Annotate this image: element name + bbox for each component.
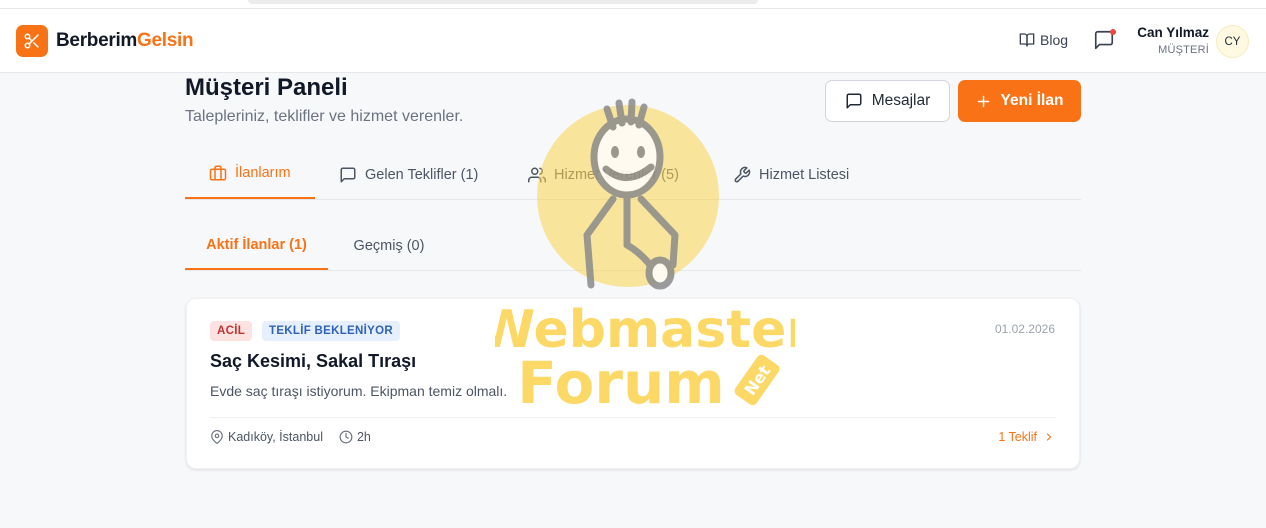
- brand-logo[interactable]: BerberimGelsin: [16, 25, 194, 57]
- wrench-icon: [734, 166, 751, 182]
- tab-label: Hizmet Listesi: [759, 166, 850, 183]
- chevron-right-icon: [1046, 433, 1052, 441]
- blog-link[interactable]: Blog: [1019, 32, 1068, 48]
- main-tabs: İlanlarım Gelen Teklifler (1) Hizmet Ver…: [185, 151, 1081, 200]
- page-title: Müşteri Paneli: [185, 74, 348, 101]
- tab-label: Hizmet Verenler (5): [554, 166, 679, 183]
- user-name: Can Yılmaz: [1137, 25, 1209, 40]
- tab-incoming-offers[interactable]: Gelen Teklifler (1): [339, 151, 478, 200]
- card-divider: [210, 417, 1056, 418]
- brand-name-part1: Berberim: [56, 30, 138, 51]
- urgent-badge: ACİL: [210, 321, 253, 341]
- status-badge: TEKLİF BEKLENİYOR: [262, 321, 400, 341]
- book-open-icon: [1019, 33, 1035, 47]
- listing-time: 2h: [339, 430, 371, 444]
- brand-name: BerberimGelsin: [56, 30, 194, 52]
- scissors-icon: [16, 25, 48, 57]
- tab-label: Gelen Teklifler (1): [365, 166, 479, 183]
- address-bar-edge: [248, 0, 758, 4]
- offers-link[interactable]: 1 Teklif: [998, 430, 1055, 444]
- listing-title: Saç Kesimi, Sakal Tıraşı: [210, 351, 417, 371]
- briefcase-icon: [209, 165, 227, 181]
- message-square-icon: [340, 167, 356, 182]
- subtab-active-listings[interactable]: Aktif İlanlar (1): [185, 222, 328, 270]
- plus-icon: [977, 95, 989, 107]
- brand-name-part2: Gelsin: [137, 30, 194, 51]
- page-subtitle: Talepleriniz, teklifler ve hizmet verenl…: [185, 108, 464, 125]
- location-text: Kadıköy, İstanbul: [228, 430, 323, 444]
- users-icon: [528, 167, 546, 182]
- subtab-history[interactable]: Geçmiş (0): [328, 222, 450, 270]
- unread-dot: [1110, 29, 1116, 35]
- blog-link-label: Blog: [1040, 32, 1069, 48]
- map-pin-icon: [211, 430, 223, 444]
- listing-description: Evde saç tıraşı istiyorum. Ekipman temiz…: [210, 383, 508, 399]
- listing-card[interactable]: ACİL TEKLİF BEKLENİYOR 01.02.2026 Saç Ke…: [186, 298, 1080, 469]
- user-role: MÜŞTERİ: [1158, 44, 1209, 56]
- tab-label: İlanlarım: [235, 165, 291, 181]
- notifications-button[interactable]: [1093, 29, 1117, 53]
- time-ago-text: 2h: [356, 430, 371, 444]
- message-square-icon: [846, 93, 862, 109]
- listing-date: 01.02.2026: [994, 322, 1055, 336]
- tab-my-listings[interactable]: İlanlarım: [185, 151, 315, 199]
- listing-subtabs: Aktif İlanlar (1) Geçmiş (0): [185, 222, 1081, 271]
- tab-service-list[interactable]: Hizmet Listesi: [733, 151, 849, 200]
- messages-button-label: Mesajlar: [871, 92, 931, 109]
- new-listing-button[interactable]: Yeni İlan: [958, 80, 1081, 122]
- new-listing-button-label: Yeni İlan: [1000, 92, 1064, 109]
- listing-location: Kadıköy, İstanbul: [210, 430, 323, 444]
- top-navigation-bar: BerberimGelsin Blog Can Yılmaz MÜŞTERİ C…: [0, 9, 1266, 73]
- tab-service-providers[interactable]: Hizmet Verenler (5): [528, 151, 679, 200]
- offers-link-label: 1 Teklif: [998, 430, 1037, 444]
- browser-top-strip: [0, 0, 1266, 9]
- clock-icon: [339, 430, 353, 444]
- avatar[interactable]: CY: [1216, 25, 1249, 58]
- listing-meta: Kadıköy, İstanbul 2h: [210, 430, 387, 444]
- messages-button[interactable]: Mesajlar: [825, 80, 950, 122]
